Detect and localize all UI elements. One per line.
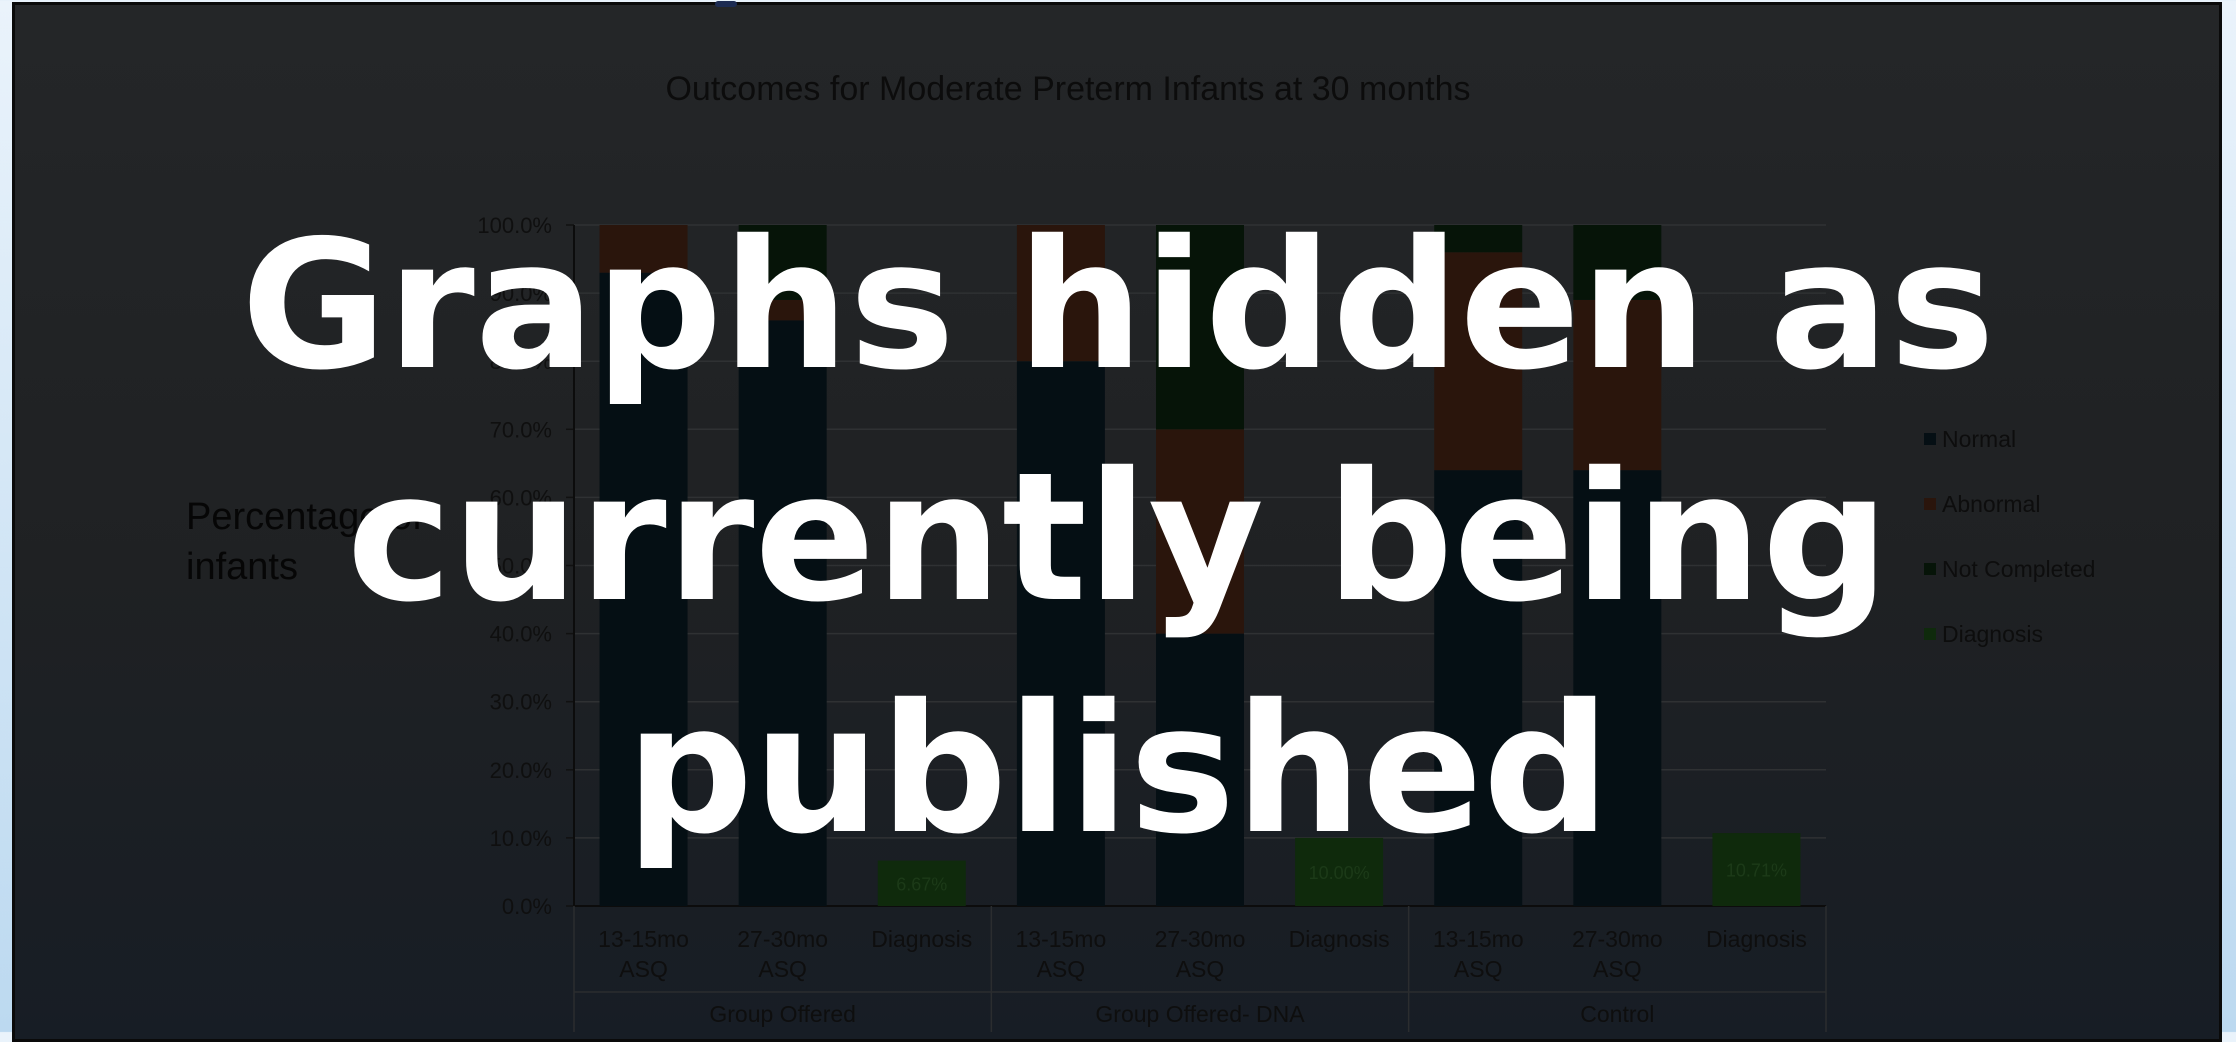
group-label: Group Offered- DNA xyxy=(1095,1001,1305,1027)
x-tick-label: 27-30mo xyxy=(737,926,828,952)
x-tick-label: 27-30mo xyxy=(1155,926,1246,952)
x-tick-label: Diagnosis xyxy=(1706,926,1807,952)
hidden-notice-overlay: Graphs hidden as currently being publish… xyxy=(0,190,2236,886)
x-tick-label: 13-15mo xyxy=(598,926,689,952)
x-tick-label: ASQ xyxy=(619,956,668,982)
overlay-line-1: Graphs hidden as xyxy=(240,202,1996,409)
x-tick-label: 13-15mo xyxy=(1015,926,1106,952)
x-tick-label: ASQ xyxy=(1176,956,1225,982)
x-tick-label: Diagnosis xyxy=(1289,926,1390,952)
x-tick-label: ASQ xyxy=(1593,956,1642,982)
group-label: Group Offered xyxy=(709,1001,856,1027)
x-tick-label: ASQ xyxy=(1454,956,1503,982)
overlay-line-3: published xyxy=(625,666,1611,873)
group-label: Control xyxy=(1580,1001,1654,1027)
y-tick-label: 0.0% xyxy=(502,894,552,919)
overlay-line-2: currently being xyxy=(346,434,1890,641)
x-tick-label: Diagnosis xyxy=(871,926,972,952)
chart-title: Outcomes for Moderate Preterm Infants at… xyxy=(665,70,1471,108)
x-tick-label: ASQ xyxy=(1037,956,1086,982)
x-tick-label: 27-30mo xyxy=(1572,926,1663,952)
x-tick-label: 13-15mo xyxy=(1433,926,1524,952)
x-tick-label: ASQ xyxy=(758,956,807,982)
